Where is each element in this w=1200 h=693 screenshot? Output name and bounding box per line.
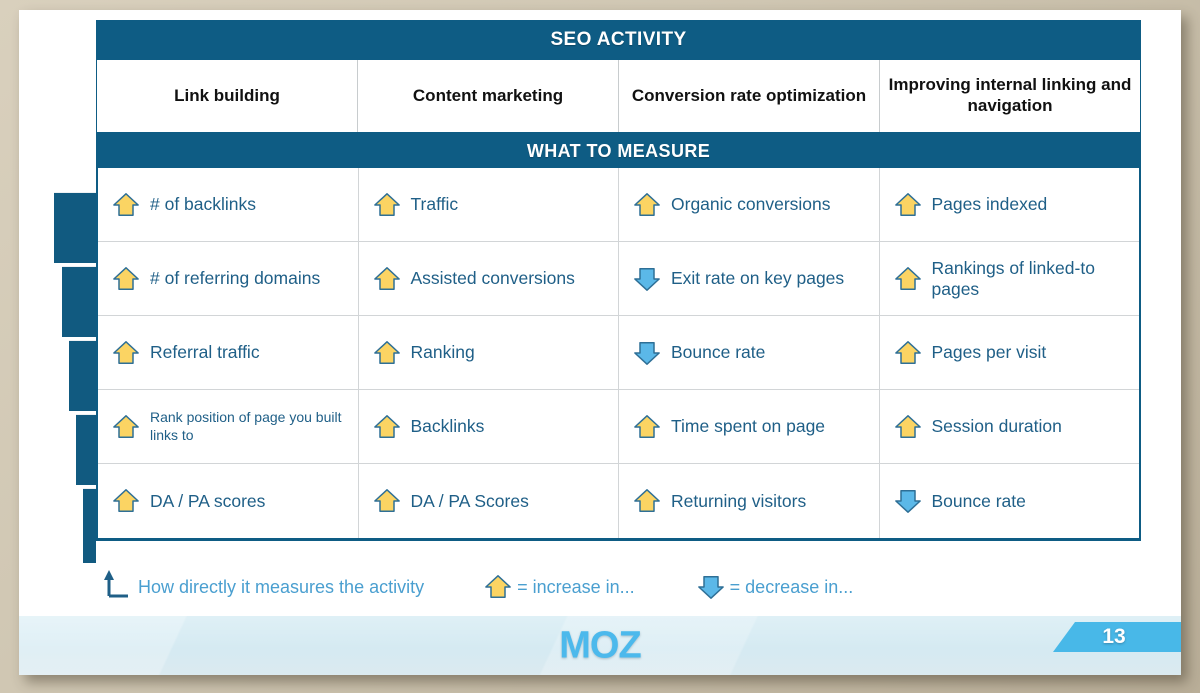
directness-bar	[62, 266, 96, 337]
metric-label: Assisted conversions	[410, 268, 575, 288]
metric-label: Session duration	[931, 416, 1062, 436]
metric-label: Pages indexed	[931, 194, 1048, 214]
metric-cell: Organic conversions	[619, 168, 880, 241]
metric-cell: Time spent on page	[619, 390, 880, 463]
metric-label: Bounce rate	[931, 490, 1026, 511]
metric-label: Pages per visit	[931, 342, 1047, 362]
activity-header-cell: Conversion rate optimization	[619, 60, 880, 132]
metric-cell: # of referring domains	[98, 242, 359, 315]
metric-cell: Ranking	[359, 316, 619, 389]
arrow-up-icon	[113, 266, 139, 290]
legend-decrease-text: = decrease in...	[729, 576, 854, 597]
metric-cell: Traffic	[359, 168, 619, 241]
footer-bar: MOZ 13	[19, 616, 1181, 675]
table-row: # of referring domains Assisted conversio…	[98, 242, 1139, 316]
metric-cell: Backlinks	[359, 390, 619, 463]
directness-hook-arrow-icon	[104, 570, 128, 598]
metric-label: Referral traffic	[150, 342, 260, 362]
arrow-up-icon	[634, 489, 660, 513]
metric-label: Ranking	[410, 342, 475, 362]
metric-label: Time spent on page	[671, 416, 826, 436]
metric-cell: Exit rate on key pages	[619, 242, 880, 315]
legend-directness-text: How directly it measures the activity	[138, 576, 425, 597]
arrow-down-icon	[894, 489, 921, 513]
arrow-up-icon	[373, 340, 400, 364]
metric-label: Returning visitors	[671, 490, 807, 511]
directness-bar	[54, 192, 96, 263]
activity-header-cell: Link building	[97, 60, 358, 132]
measure-rows: # of backlinks Traffic Organic conversions…	[96, 168, 1141, 541]
arrow-up-icon	[373, 414, 400, 438]
metric-label: # of referring domains	[150, 268, 321, 288]
arrow-up-icon	[113, 414, 139, 438]
arrow-up-icon	[113, 192, 139, 216]
metric-label: Traffic	[410, 194, 459, 214]
arrow-up-icon	[113, 489, 139, 513]
arrow-up-icon	[373, 192, 400, 216]
activity-header-cell: Improving internal linking and navigatio…	[888, 75, 1132, 115]
metric-cell: Assisted conversions	[359, 242, 619, 315]
arrow-up-icon	[634, 414, 660, 438]
arrow-down-icon	[634, 267, 660, 291]
arrow-down-icon	[697, 575, 724, 599]
metric-label: Rankings of linked-to pages	[931, 257, 1095, 299]
metric-cell: Rankings of linked-to pages	[880, 242, 1140, 315]
table-row: # of backlinks Traffic Organic conversions…	[98, 168, 1139, 242]
arrow-up-icon	[485, 575, 511, 599]
arrow-up-icon	[373, 489, 400, 513]
metric-cell: Rank position of page you built links to	[98, 390, 359, 463]
moz-logo: MOZ	[559, 624, 641, 666]
metric-label: Exit rate on key pages	[671, 268, 845, 288]
metric-cell: DA / PA Scores	[359, 464, 619, 538]
page-number-badge: 13	[1053, 622, 1181, 652]
slide-canvas: SEO ACTIVITY Link building Content market…	[19, 10, 1181, 675]
table-row: Referral traffic Ranking Bounce rate Pages …	[98, 316, 1139, 390]
directness-bar	[69, 340, 96, 411]
table-row: Rank position of page you built links to…	[98, 390, 1139, 464]
legend: How directly it measures the activity = …	[96, 566, 1141, 608]
metric-label: DA / PA scores	[150, 490, 266, 511]
arrow-up-icon	[113, 340, 139, 364]
arrow-up-icon	[894, 414, 921, 438]
metric-cell: Pages indexed	[880, 168, 1140, 241]
metric-cell: Returning visitors	[619, 464, 880, 538]
legend-increase-text: = increase in...	[517, 576, 635, 597]
metric-label: Backlinks	[410, 416, 485, 436]
arrow-up-icon	[373, 266, 400, 290]
metric-cell: Pages per visit	[880, 316, 1140, 389]
metric-cell: Referral traffic	[98, 316, 359, 389]
what-to-measure-band: WHAT TO MEASURE	[96, 132, 1141, 168]
metric-label: Rank position of page you built links to	[150, 409, 342, 443]
metric-label: Bounce rate	[671, 342, 766, 362]
directness-indicator-group	[19, 10, 96, 675]
arrow-up-icon	[894, 340, 921, 364]
metric-cell: Bounce rate	[880, 464, 1140, 538]
seo-activity-band: SEO ACTIVITY	[96, 20, 1141, 60]
arrow-up-icon	[634, 192, 660, 216]
metric-label: # of backlinks	[150, 194, 257, 214]
legend-decrease: = decrease in...	[697, 573, 854, 601]
activity-header-row: Link building Content marketing Conversion…	[96, 60, 1141, 132]
metric-label: DA / PA Scores	[410, 490, 529, 511]
metric-cell: Bounce rate	[619, 316, 880, 389]
metric-cell: DA / PA scores	[98, 464, 359, 538]
directness-bar	[76, 414, 96, 485]
arrow-up-icon	[894, 192, 921, 216]
metric-label: Organic conversions	[671, 194, 831, 214]
legend-increase: = increase in...	[484, 573, 635, 601]
activity-header-cell: Content marketing	[358, 60, 619, 132]
directness-bar	[83, 488, 96, 563]
seo-measurement-table: SEO ACTIVITY Link building Content market…	[96, 20, 1141, 541]
metric-cell: Session duration	[880, 390, 1140, 463]
arrow-up-icon	[894, 266, 921, 290]
table-row: DA / PA scores DA / PA Scores Returning vi…	[98, 464, 1139, 538]
metric-cell: # of backlinks	[98, 168, 359, 241]
arrow-down-icon	[634, 341, 660, 365]
